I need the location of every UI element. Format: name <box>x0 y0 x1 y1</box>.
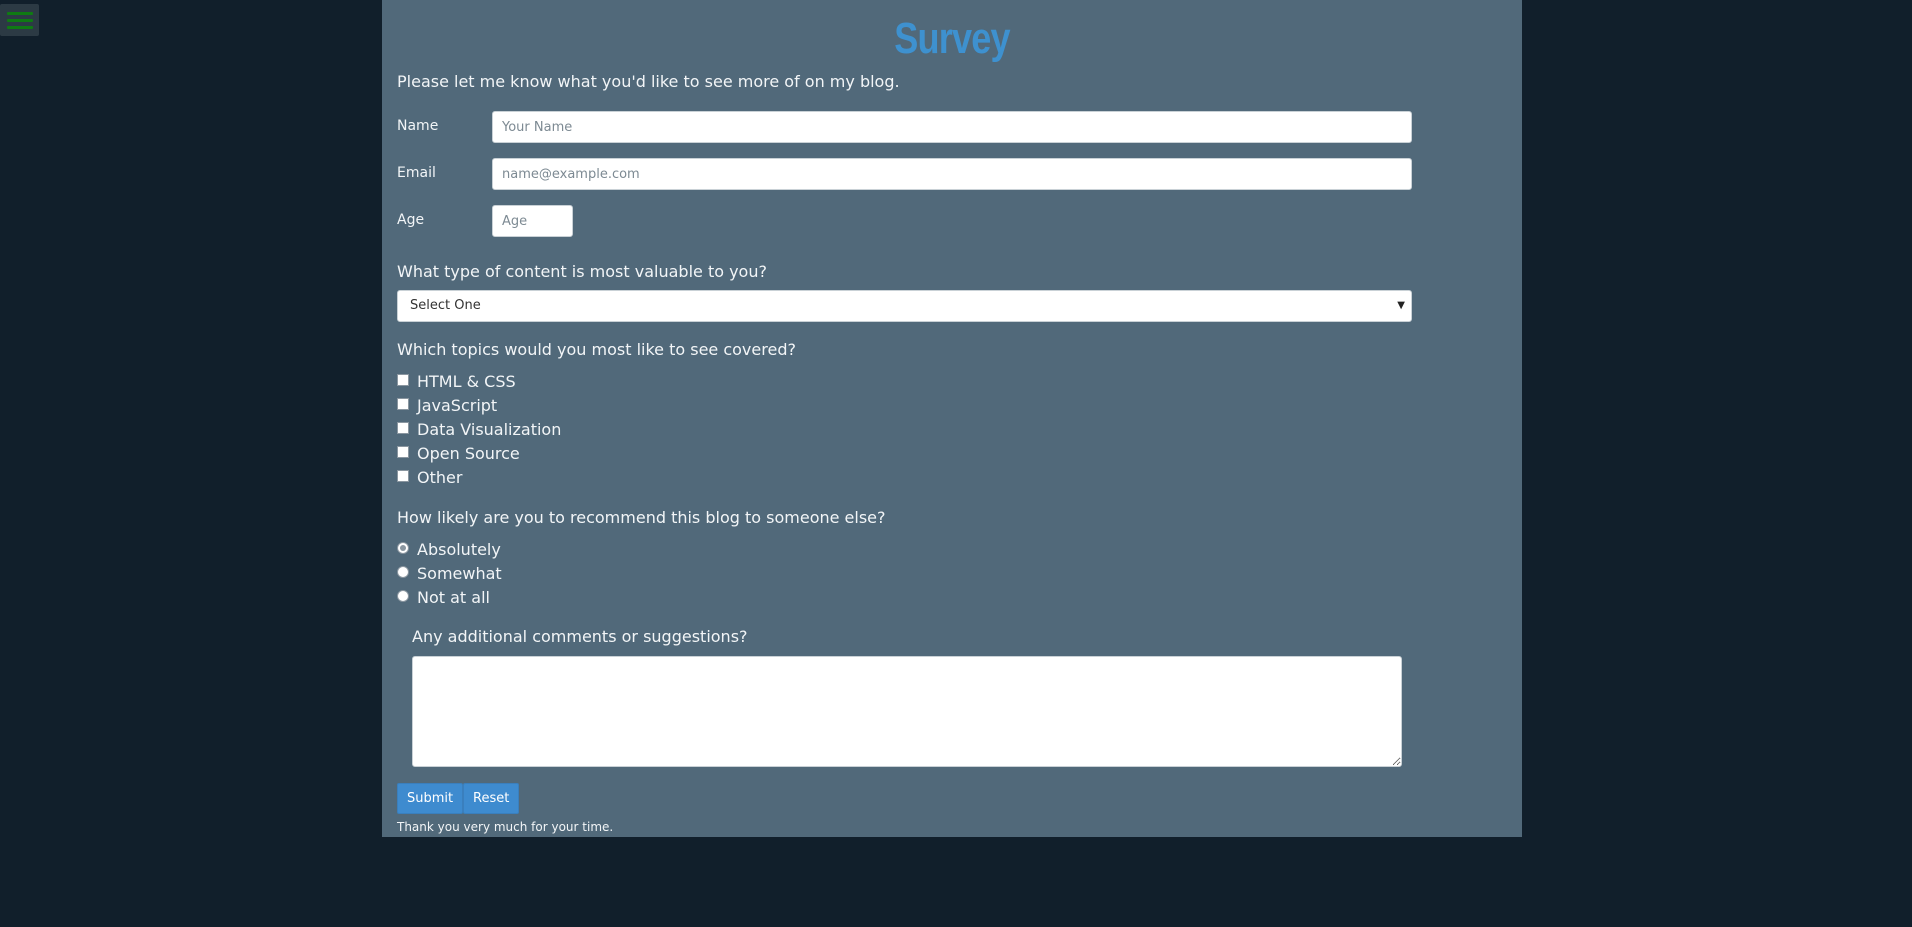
recommend-radio[interactable] <box>397 541 409 554</box>
recommend-option[interactable]: Absolutely <box>397 540 501 559</box>
submit-button[interactable]: Submit <box>397 783 464 814</box>
survey-form: Survey Please let me know what you'd lik… <box>382 0 1522 837</box>
age-input[interactable] <box>492 205 573 237</box>
topic-label: Data Visualization <box>417 420 562 439</box>
hamburger-icon <box>6 11 33 15</box>
age-label: Age <box>397 212 425 228</box>
chevron-down-icon: ▼ <box>1397 300 1405 311</box>
topic-checkbox[interactable] <box>397 469 409 482</box>
topic-checkbox[interactable] <box>397 421 409 434</box>
recommend-radio[interactable] <box>397 565 409 578</box>
topic-label: Other <box>417 468 463 487</box>
recommend-label: Absolutely <box>417 540 501 559</box>
content-question: What type of content is most valuable to… <box>397 262 767 281</box>
recommend-option[interactable]: Somewhat <box>397 564 502 583</box>
hamburger-icon <box>6 25 33 29</box>
topic-label: Open Source <box>417 444 520 463</box>
topic-option[interactable]: Other <box>397 468 462 487</box>
comments-label: Any additional comments or suggestions? <box>412 627 748 646</box>
recommend-question: How likely are you to recommend this blo… <box>397 508 886 527</box>
email-label: Email <box>397 165 436 181</box>
topic-checkbox[interactable] <box>397 397 409 410</box>
content-select[interactable]: Select One ▼ <box>397 290 1412 322</box>
topics-question: Which topics would you most like to see … <box>397 340 796 359</box>
topic-option[interactable]: HTML & CSS <box>397 372 516 391</box>
topic-checkbox[interactable] <box>397 445 409 458</box>
comments-textarea[interactable] <box>412 656 1402 767</box>
topic-option[interactable]: Data Visualization <box>397 420 561 439</box>
topic-checkbox[interactable] <box>397 373 409 386</box>
name-input[interactable] <box>492 111 1412 143</box>
menu-toggle-button[interactable] <box>0 4 39 36</box>
topic-option[interactable]: JavaScript <box>397 396 497 415</box>
topic-label: HTML & CSS <box>417 372 516 391</box>
recommend-label: Somewhat <box>417 564 502 583</box>
name-label: Name <box>397 118 439 134</box>
reset-button[interactable]: Reset <box>463 783 520 814</box>
topic-label: JavaScript <box>417 396 498 415</box>
recommend-option[interactable]: Not at all <box>397 588 490 607</box>
hamburger-icon <box>6 18 33 22</box>
thanks-text: Thank you very much for your time. <box>397 820 614 834</box>
content-select-value: Select One <box>410 298 481 313</box>
topic-option[interactable]: Open Source <box>397 444 520 463</box>
recommend-label: Not at all <box>417 588 490 607</box>
recommend-radio[interactable] <box>397 589 409 602</box>
intro-text: Please let me know what you'd like to se… <box>397 72 900 91</box>
page-title: Survey <box>894 14 1010 63</box>
email-input[interactable] <box>492 158 1412 190</box>
